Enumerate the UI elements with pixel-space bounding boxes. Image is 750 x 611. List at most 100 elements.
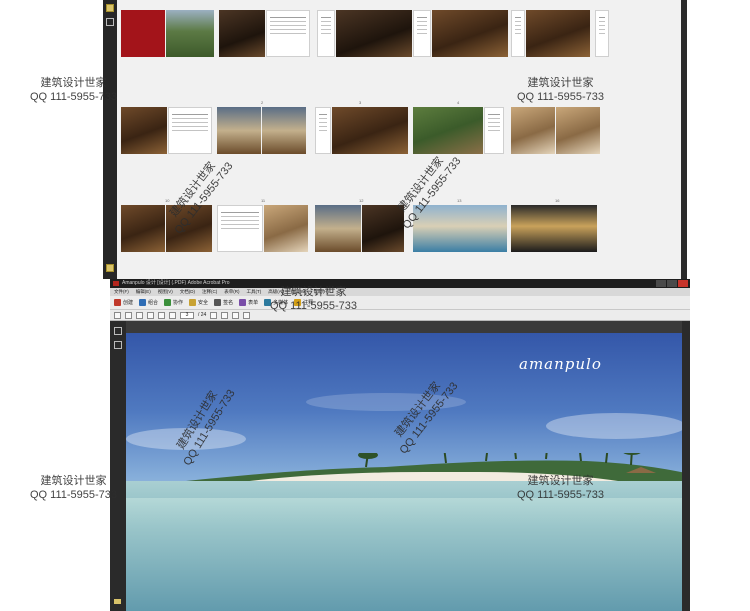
page-spread-thumbnail[interactable]: [121, 10, 214, 57]
page-number-label: 13: [457, 198, 462, 203]
page-thumbnail: [484, 107, 504, 154]
next-page-icon[interactable]: [169, 311, 176, 319]
page-spread-thumbnail[interactable]: [511, 10, 590, 57]
page-thumbnail: [219, 10, 265, 57]
collaborate-icon: [164, 299, 172, 306]
toolbar-button-label: 创建: [123, 300, 134, 306]
page-spread-thumbnail[interactable]: [217, 205, 308, 252]
page-spread-thumbnail[interactable]: [317, 10, 412, 57]
page-thumbnail: [121, 10, 165, 57]
page-thumbnail: [511, 107, 555, 154]
combine-button[interactable]: 组合: [139, 299, 158, 306]
menu-item[interactable]: 编辑(E): [136, 288, 151, 296]
page-spread-thumbnail[interactable]: [511, 205, 597, 252]
print-icon[interactable]: [136, 311, 143, 319]
brand-logo: amanpulo: [519, 355, 602, 373]
watermark: 建筑设计世家 QQ 111-5955-733: [30, 77, 118, 103]
save-icon[interactable]: [125, 311, 132, 319]
page-thumbnail: [432, 10, 508, 57]
page-thumbnail: [413, 107, 483, 154]
beach-photo: amanpulo: [126, 333, 685, 611]
combine-icon: [139, 299, 147, 306]
navigation-sidebar: [103, 0, 117, 279]
close-button[interactable]: [678, 280, 688, 287]
cloud: [546, 413, 685, 439]
page-thumbnail: [168, 107, 212, 154]
page-spread-thumbnail[interactable]: [413, 205, 507, 252]
minimize-button[interactable]: [656, 280, 666, 287]
page-thumbnail: [317, 10, 335, 57]
page-number-input[interactable]: 3: [180, 311, 194, 319]
page-thumbnail: [264, 205, 308, 252]
toolbar-button-label: 协作: [173, 300, 184, 306]
menu-item[interactable]: 工具(T): [247, 288, 262, 296]
page-number-label: 11: [261, 198, 266, 203]
page-thumbnail: [511, 10, 525, 57]
page-spread-thumbnail[interactable]: [595, 10, 609, 57]
thumbnail-canvas: 2 3 4 10 11 12 13 16: [117, 0, 681, 279]
page-thumbnail: [315, 205, 361, 252]
forms-icon: [239, 299, 247, 306]
acrobat-icon: [113, 281, 119, 286]
page-spread-thumbnail[interactable]: [121, 107, 212, 154]
toolbar-button-label: 表单: [248, 300, 259, 306]
page-thumbnail: [332, 107, 408, 154]
email-icon[interactable]: [147, 311, 154, 319]
page-thumbnail: [413, 10, 431, 57]
thumbnail-window: 2 3 4 10 11 12 13 16: [103, 0, 687, 279]
collaborate-button[interactable]: 协作: [164, 299, 183, 306]
page-total: / 24: [198, 312, 207, 318]
navigation-toolbar: 3 / 24: [110, 310, 690, 321]
menu-item[interactable]: 表单(R): [224, 288, 239, 296]
menu-item[interactable]: 文件(F): [114, 288, 129, 296]
watermark: 建筑设计世家 QQ 111-5955-733: [517, 475, 605, 501]
menu-item[interactable]: 视图(V): [158, 288, 173, 296]
create-icon: [114, 299, 121, 306]
page-thumbnail: [315, 107, 331, 154]
page-thumbnail: [526, 10, 590, 57]
maximize-button[interactable]: [667, 280, 677, 287]
page-spread-thumbnail[interactable]: [413, 107, 504, 154]
previous-page-icon[interactable]: [158, 311, 165, 319]
lock-button[interactable]: 安全: [189, 299, 208, 306]
zoom-out-icon[interactable]: [232, 311, 240, 319]
page-thumbnail: [511, 205, 597, 252]
toolbar-button-label: 组合: [148, 300, 159, 306]
attachments-panel-icon[interactable]: [114, 599, 121, 604]
bookmarks-panel-icon[interactable]: [114, 341, 122, 349]
page-number-label: 2: [261, 100, 264, 105]
forms-button[interactable]: 表单: [239, 299, 258, 306]
vertical-scrollbar[interactable]: [681, 0, 687, 279]
sign-button[interactable]: 签名: [214, 299, 233, 306]
open-icon[interactable]: [114, 311, 121, 319]
window-title: Amanpulo 设计 [设计] (.PDF) Adobe Acrobat Pr…: [122, 280, 230, 286]
document-scrollbar[interactable]: [682, 321, 690, 611]
task-toolbar: 创建 组合 协作 安全 签名 表单 多媒体 注释: [110, 296, 690, 310]
zoom-in-icon[interactable]: [243, 311, 251, 319]
page-thumbnail: [595, 10, 609, 57]
page-spread-thumbnail[interactable]: [219, 10, 310, 57]
sign-icon: [214, 299, 222, 306]
attachment-icon[interactable]: [106, 264, 114, 272]
create-button[interactable]: 创建: [114, 299, 133, 306]
menu-bar: 文件(F) 编辑(E) 视图(V) 文档(D) 注释(C) 表单(R) 工具(T) 高级(A)…: [110, 288, 690, 296]
left-navigation-panel: [110, 321, 126, 611]
watermark: 建筑设计世家 QQ 111-5955-733: [517, 77, 605, 103]
page-thumbnail: [166, 10, 214, 57]
page-thumbnail: [217, 107, 261, 154]
menu-item[interactable]: 文档(D): [180, 288, 195, 296]
page-thumbnail: [266, 10, 310, 57]
select-tool-icon[interactable]: [210, 311, 218, 319]
pages-panel-icon[interactable]: [114, 327, 122, 335]
page-icon[interactable]: [106, 4, 114, 12]
page-spread-thumbnail[interactable]: [413, 10, 508, 57]
document-view: amanpulo: [126, 321, 690, 611]
watermark: 建筑设计世家 QQ 111-5955-733: [270, 286, 358, 312]
menu-item[interactable]: 注释(C): [202, 288, 217, 296]
page-spread-thumbnail[interactable]: [217, 107, 306, 154]
page-spread-thumbnail[interactable]: [511, 107, 600, 154]
page-spread-thumbnail[interactable]: [315, 107, 408, 154]
bookmark-icon[interactable]: [106, 18, 114, 26]
hand-tool-icon[interactable]: [221, 311, 229, 319]
page-number-label: 3: [359, 100, 362, 105]
